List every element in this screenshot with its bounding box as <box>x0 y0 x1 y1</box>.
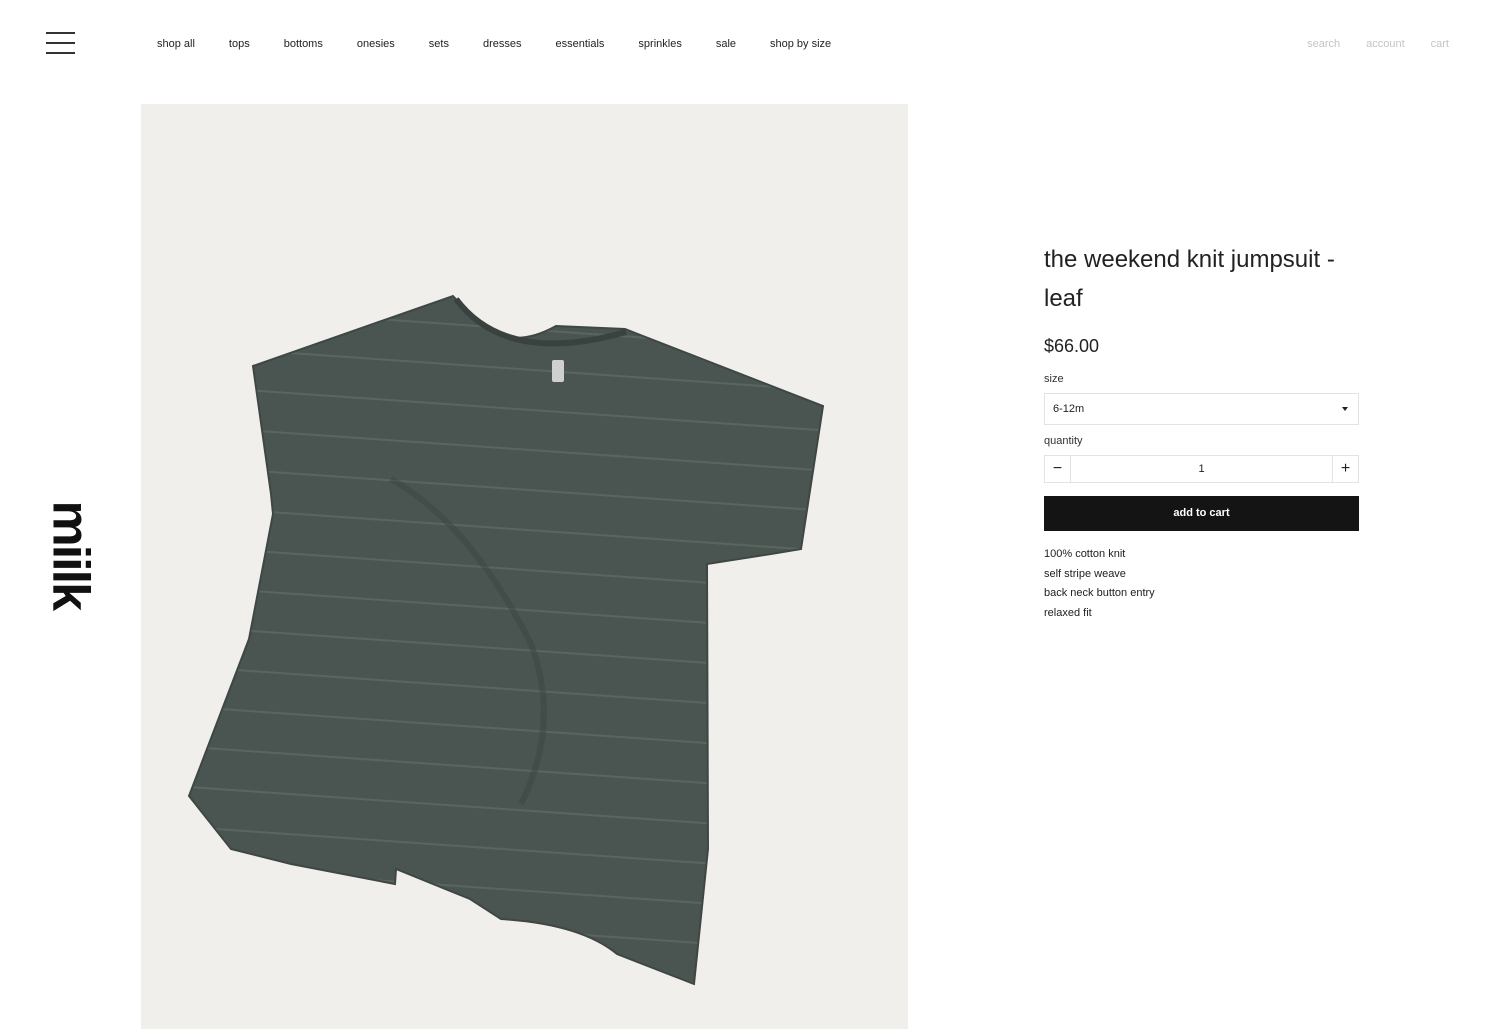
nav-bottoms[interactable]: bottoms <box>284 38 323 50</box>
product-details: the weekend knit jumpsuit - leaf $66.00 … <box>1044 240 1359 623</box>
product-features: 100% cotton knit self stripe weave back … <box>1044 545 1359 623</box>
feature-item: back neck button entry <box>1044 587 1155 599</box>
nav-sprinkles[interactable]: sprinkles <box>638 38 681 50</box>
utility-nav: search account cart <box>1281 38 1449 50</box>
nav-tops[interactable]: tops <box>229 38 250 50</box>
product-title: the weekend knit jumpsuit - leaf <box>1044 246 1335 312</box>
nav-dresses[interactable]: dresses <box>483 38 522 50</box>
plus-icon[interactable]: + <box>1332 456 1358 482</box>
feature-item: self stripe weave <box>1044 567 1126 580</box>
account-link[interactable]: account <box>1366 38 1405 50</box>
nav-onesies[interactable]: onesies <box>357 38 395 50</box>
chevron-down-icon <box>1342 407 1348 411</box>
quantity-label: quantity <box>1044 435 1083 447</box>
search-link[interactable]: search <box>1307 38 1340 50</box>
brand-logo[interactable]: miilk <box>42 500 100 621</box>
nav-sale[interactable]: sale <box>716 38 736 50</box>
quantity-input[interactable]: 1 <box>1071 456 1332 482</box>
main-nav: shop all tops bottoms onesies sets dress… <box>157 38 831 50</box>
cart-link[interactable]: cart <box>1431 38 1449 50</box>
minus-icon[interactable]: − <box>1045 456 1071 482</box>
size-label: size <box>1044 373 1064 385</box>
size-select[interactable]: 6-12m <box>1044 393 1359 425</box>
quantity-stepper: − 1 + <box>1044 455 1359 483</box>
feature-item: relaxed fit <box>1044 606 1092 619</box>
logo-text: miilk <box>45 501 97 612</box>
feature-item: 100% cotton knit <box>1044 548 1126 560</box>
hamburger-menu-icon[interactable] <box>46 32 76 54</box>
add-to-cart-button[interactable]: add to cart <box>1044 496 1359 531</box>
nav-sets[interactable]: sets <box>429 38 449 50</box>
size-selected-value: 6-12m <box>1053 403 1085 415</box>
product-price: $66.00 <box>1044 336 1100 356</box>
nav-shop-by-size[interactable]: shop by size <box>770 38 831 50</box>
product-image <box>141 104 908 1029</box>
nav-essentials[interactable]: essentials <box>556 38 605 50</box>
nav-shop-all[interactable]: shop all <box>157 38 195 50</box>
